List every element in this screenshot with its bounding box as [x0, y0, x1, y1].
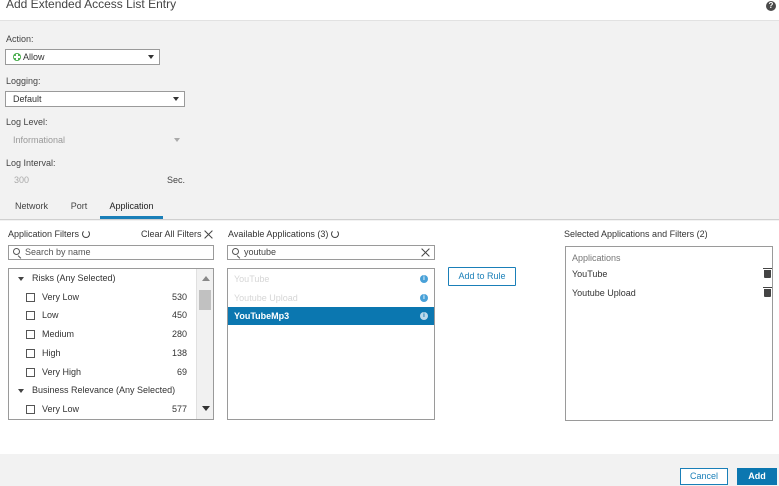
selected-item: YouTube [572, 265, 772, 283]
log-interval-input: 300 [14, 175, 30, 185]
info-icon[interactable]: i [420, 312, 428, 320]
chevron-down-icon [148, 55, 154, 59]
filter-item[interactable]: Very High 69 [9, 364, 203, 382]
logging-value: Default [13, 94, 42, 104]
filters-title: Application Filters [8, 229, 91, 239]
filter-item-label: Medium [42, 329, 75, 339]
available-apps-list[interactable]: YouTube i Youtube Upload i YouTubeMp3 i [227, 268, 435, 420]
dialog-header: Add Extended Access List Entry ? [0, 0, 779, 21]
app-row-label: Youtube Upload [234, 293, 298, 303]
selected-item-label: YouTube [572, 269, 608, 279]
filter-search-placeholder: Search by name [25, 247, 91, 257]
checkbox[interactable] [26, 330, 35, 339]
app-row-label: YouTubeMp3 [234, 311, 290, 321]
chevron-down-icon [173, 97, 179, 101]
selected-item-label: Youtube Upload [572, 288, 636, 298]
info-icon[interactable]: i [420, 294, 428, 302]
filter-group-label: Risks (Any Selected) [32, 273, 116, 283]
logging-select[interactable]: Default [5, 91, 185, 107]
application-panel: Application Filters Clear All Filters Se… [0, 221, 779, 454]
log-interval-unit: Sec. [167, 175, 186, 185]
filter-item-count: 138 [171, 348, 187, 358]
checkbox[interactable] [26, 349, 35, 358]
filter-item-label: Low [42, 310, 59, 320]
filter-item-label: High [42, 348, 61, 358]
filter-item-label: Very High [42, 367, 82, 377]
search-icon [232, 248, 239, 255]
clear-search-icon[interactable] [421, 248, 430, 257]
collapse-triangle-icon[interactable] [18, 389, 24, 393]
dialog-footer: Cancel Add [0, 454, 779, 486]
filter-item-count: 450 [171, 310, 187, 320]
selected-title: Selected Applications and Filters (2) [564, 229, 708, 239]
close-icon[interactable] [204, 230, 213, 239]
filter-group-label: Business Relevance (Any Selected) [32, 385, 176, 395]
log-level-value: Informational [13, 135, 66, 145]
filter-item[interactable]: Medium 280 [9, 326, 203, 344]
filters-title-text: Application Filters [8, 229, 80, 239]
tab-port[interactable]: Port [70, 199, 88, 219]
filter-item-label: Very Low [42, 404, 80, 414]
checkbox[interactable] [26, 368, 35, 377]
checkbox[interactable] [26, 293, 35, 302]
add-to-rule-button[interactable]: Add to Rule [448, 267, 516, 286]
scrollbar[interactable] [196, 269, 213, 419]
refresh-icon[interactable] [82, 229, 91, 238]
filter-item-count: 69 [176, 367, 187, 377]
selected-section-header: Applications [572, 253, 621, 263]
clear-all-filters-link[interactable]: Clear All Filters [141, 229, 202, 239]
dialog-title: Add Extended Access List Entry [6, 0, 177, 11]
logging-label: Logging: [6, 76, 41, 86]
selected-list: Applications YouTube Youtube Upload [565, 246, 773, 421]
filter-item-count: 280 [171, 329, 187, 339]
available-title-text: Available Applications (3) [228, 229, 329, 239]
collapse-triangle-icon[interactable] [18, 277, 24, 281]
selected-item: Youtube Upload [572, 284, 772, 302]
trash-icon[interactable] [763, 268, 772, 278]
action-value: Allow [23, 52, 45, 62]
app-row: YouTube i [228, 270, 434, 288]
filter-item-count: 577 [171, 404, 187, 414]
app-row[interactable]: YouTubeMp3 i [228, 307, 434, 325]
filter-item[interactable]: High 138 [9, 345, 203, 363]
help-icon[interactable]: ? [766, 1, 776, 11]
action-label: Action: [6, 34, 34, 44]
filter-group-business-relevance[interactable]: Business Relevance (Any Selected) [9, 382, 203, 400]
scroll-thumb[interactable] [199, 290, 211, 310]
filter-item[interactable]: Very Low 530 [9, 289, 203, 307]
available-title: Available Applications (3) [228, 229, 340, 239]
filter-item[interactable]: Very Low 577 [9, 401, 203, 419]
log-level-select: Informational [5, 133, 185, 149]
scroll-down-arrow-icon[interactable] [202, 406, 210, 411]
filter-item-label: Very Low [42, 292, 80, 302]
filter-search-input[interactable]: Search by name [8, 245, 214, 260]
search-icon [13, 248, 20, 255]
info-icon[interactable]: i [420, 275, 428, 283]
checkbox[interactable] [26, 405, 35, 414]
refresh-icon[interactable] [331, 229, 340, 238]
cancel-button[interactable]: Cancel [680, 468, 728, 485]
app-row: Youtube Upload i [228, 289, 434, 307]
trash-icon[interactable] [763, 287, 772, 297]
allow-plus-icon [13, 52, 21, 61]
chevron-down-icon [174, 138, 180, 142]
action-select[interactable]: Allow [5, 49, 160, 65]
scroll-up-arrow-icon[interactable] [202, 276, 210, 281]
filters-list[interactable]: Risks (Any Selected) Very Low 530 Low 45… [8, 268, 214, 420]
filter-group-risks[interactable]: Risks (Any Selected) [9, 270, 203, 288]
tab-bar: Network Port Application [0, 197, 779, 220]
app-row-label: YouTube [234, 274, 270, 284]
app-search-input[interactable]: youtube [227, 245, 435, 260]
log-level-label: Log Level: [6, 117, 48, 127]
log-interval-label: Log Interval: [6, 158, 56, 168]
tab-application[interactable]: Application [100, 199, 163, 219]
checkbox[interactable] [26, 311, 35, 320]
app-search-value: youtube [244, 247, 277, 257]
tab-network[interactable]: Network [14, 199, 49, 219]
filter-item-count: 530 [171, 292, 187, 302]
filter-item[interactable]: Low 450 [9, 307, 203, 325]
add-button[interactable]: Add [737, 468, 777, 485]
